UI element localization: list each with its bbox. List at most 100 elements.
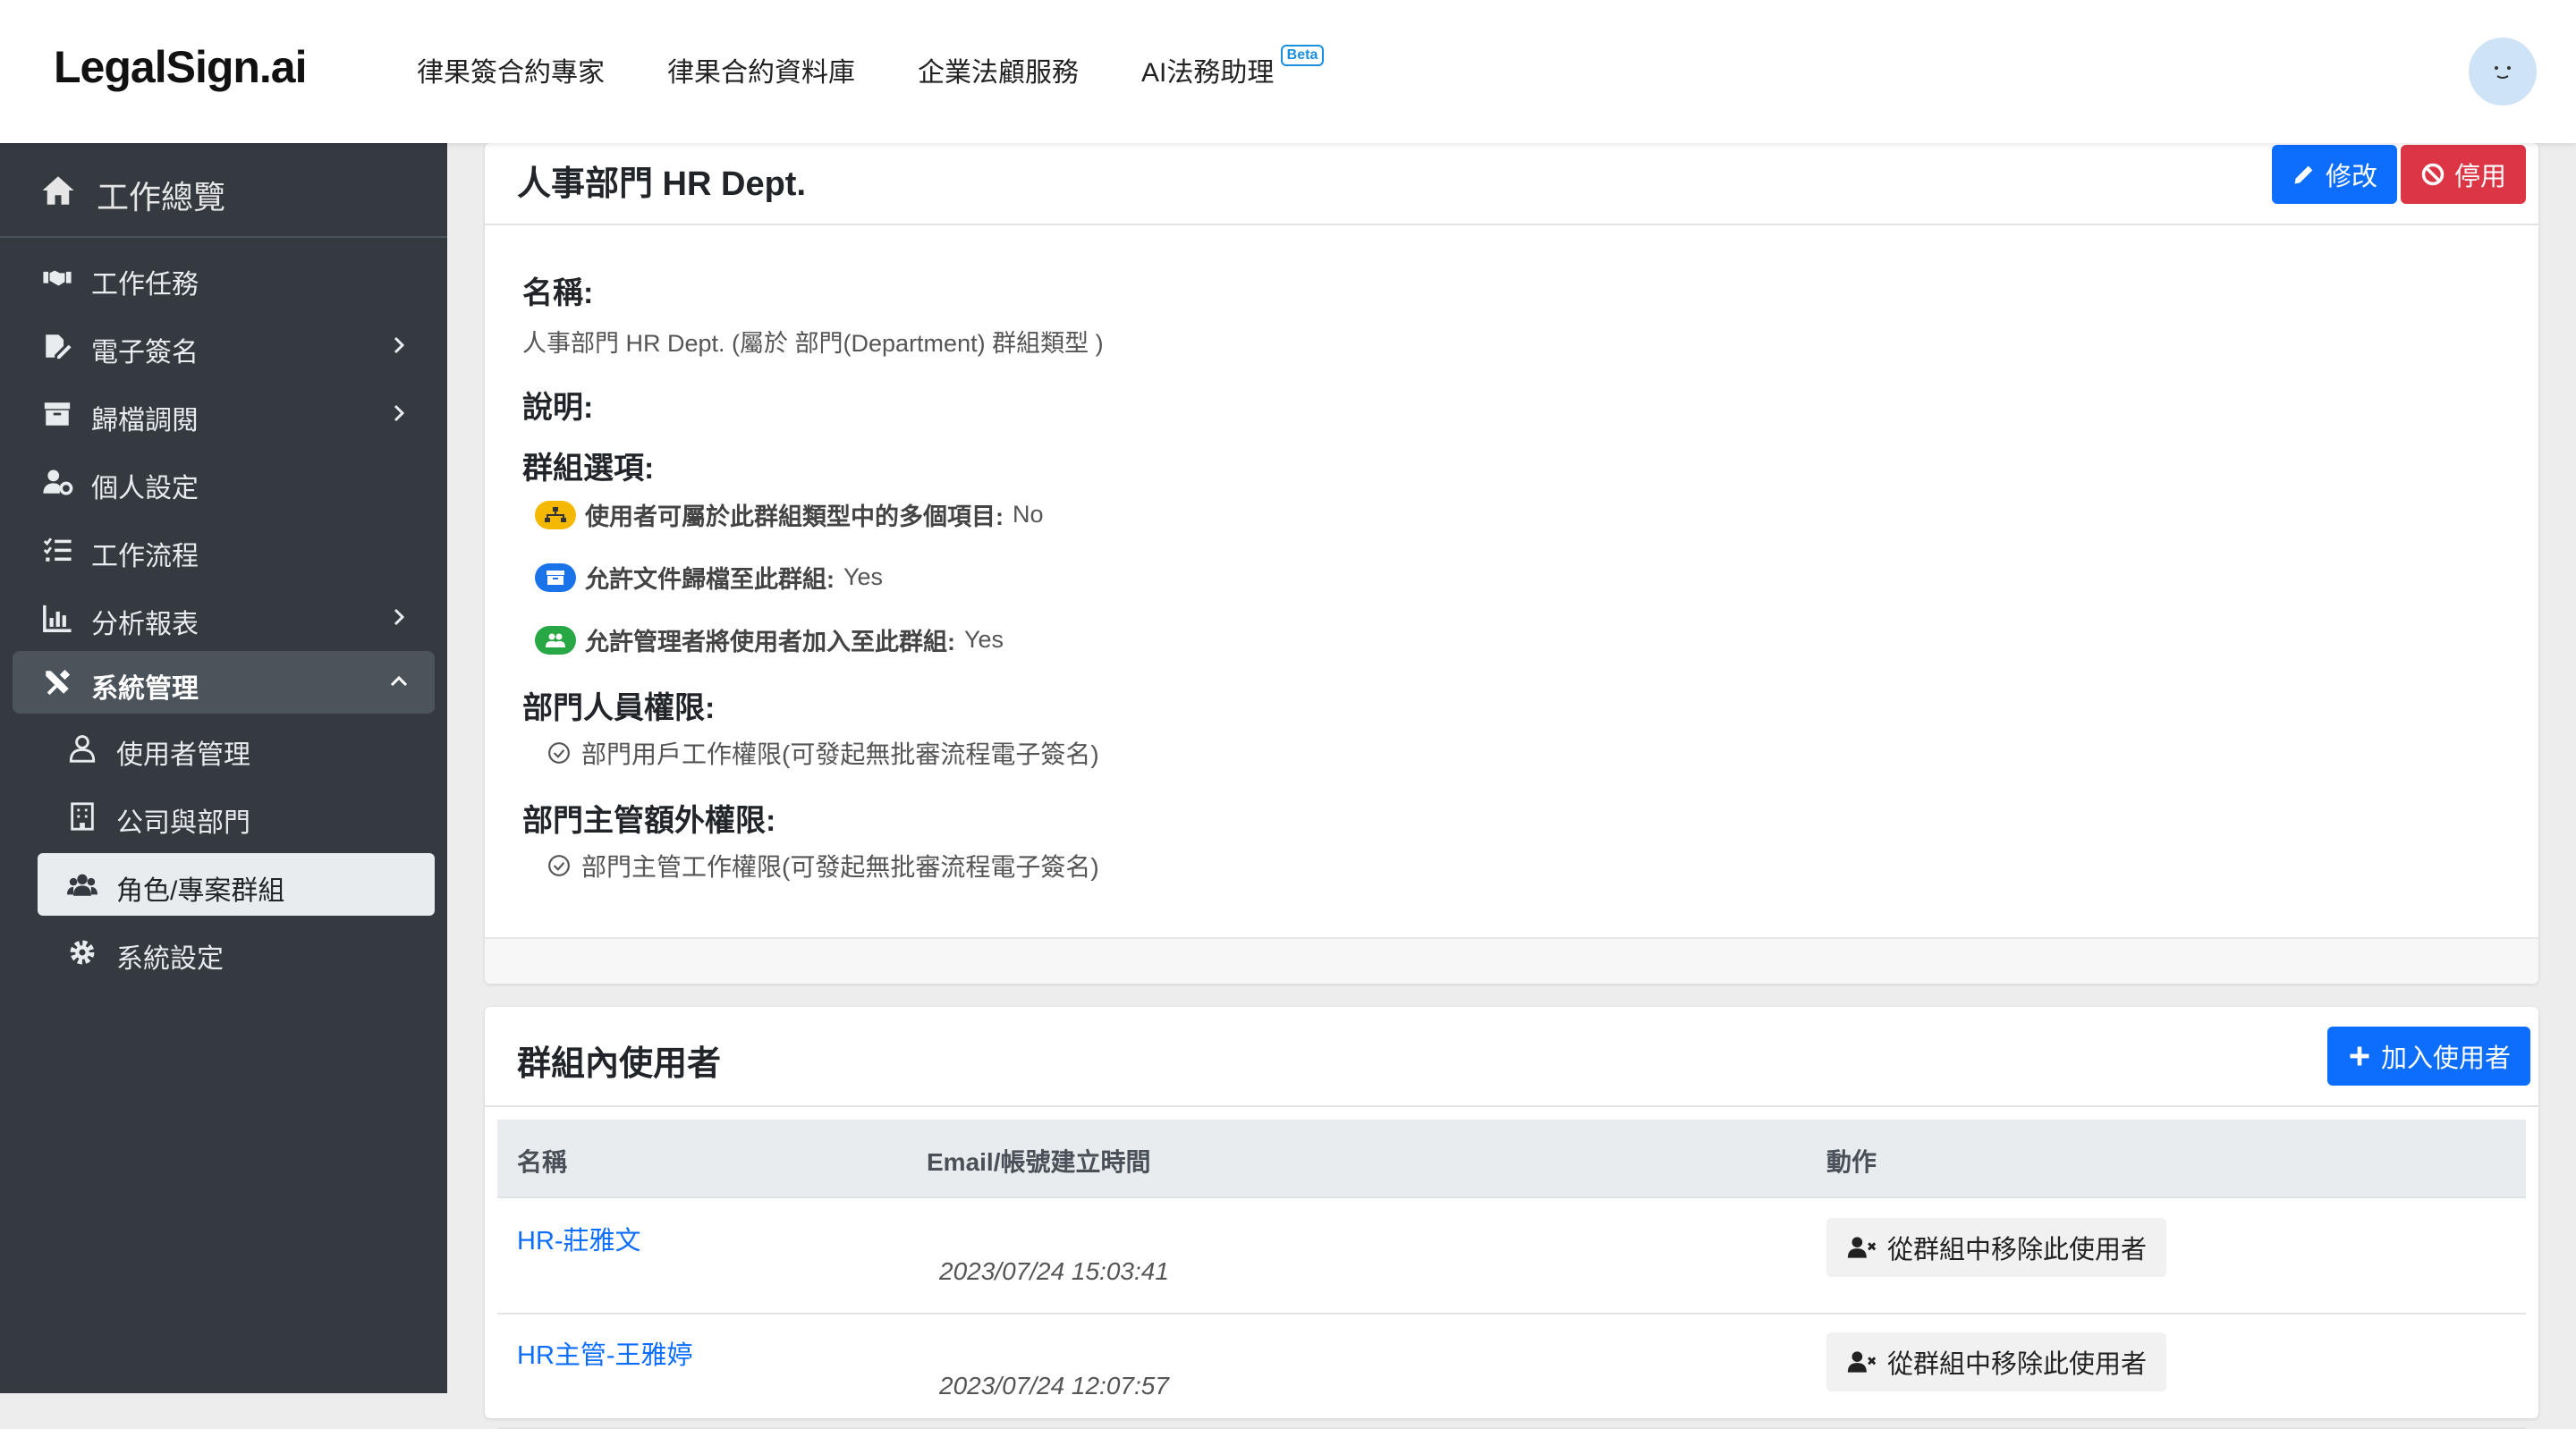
nav-links: 律果簽合約專家 律果合約資料庫 企業法顧服務 AI法務助理 Beta [417,45,1325,89]
disable-button-label: 停用 [2454,163,2507,191]
chevron-right-icon [394,404,405,422]
signature-icon [46,334,72,359]
sidebar-item-label: 分析報表 [91,610,199,639]
sidebar-subitem-label: 公司與部門 [116,808,250,838]
sidebar-subitem-company-dept[interactable]: 公司與部門 [38,785,435,848]
user-icon [69,735,96,763]
home-icon [42,176,74,205]
ban-icon [2421,163,2445,186]
brand-logo[interactable]: LegalSign.ai [54,41,308,93]
archive-box-icon [535,562,576,592]
column-header-name: 名稱 [517,1148,568,1176]
user-created-time: 2023/07/24 12:07:57 [939,1372,1169,1399]
nav-link-contract-database[interactable]: 律果合約資料庫 [667,50,855,89]
table-row: HR-莊雅文 2023/07/24 15:03:41 從群組中移除此使用者 [497,1198,2526,1315]
table-row: HR主管-王雅婷 2023/07/24 12:07:57 從群組中移除此使用者 [497,1313,2526,1429]
remove-user-button[interactable]: 從群組中移除此使用者 [1826,1332,2167,1391]
users-card-header: 群組內使用者 加入使用者 [485,1007,2538,1107]
table-header: 名稱 Email/帳號建立時間 動作 [497,1120,2526,1198]
handshake-icon [43,270,72,286]
chart-icon [43,605,72,632]
dept-permission-value: 部門用戶工作權限(可發起無批審流程電子簽名) [581,740,1099,768]
sidebar-subitem-system-settings[interactable]: 系統設定 [38,921,435,984]
remove-user-button[interactable]: 從群組中移除此使用者 [1826,1218,2167,1277]
option-admin-add-users: 允許管理者將使用者加入至此群組: Yes [535,622,1004,657]
sidebar-item-system-admin[interactable]: 系統管理 [13,651,435,714]
option-multi-membership: 使用者可屬於此群組類型中的多個項目: No [535,497,1044,532]
manager-permission-heading: 部門主管額外權限: [522,804,776,838]
sidebar-item-reports[interactable]: 分析報表 [13,587,435,649]
users-icon [67,874,97,896]
sidebar-item-archive[interactable]: 歸檔調閱 [13,383,435,445]
user-name-link[interactable]: HR主管-王雅婷 [517,1334,693,1372]
sidebar-subitem-label: 系統設定 [116,944,224,974]
sidebar-item-label: 個人設定 [91,474,199,503]
sidebar-item-workflow[interactable]: 工作流程 [13,519,435,581]
nav-link-contract-expert[interactable]: 律果簽合約專家 [417,50,605,89]
sidebar-item-label: 電子簽名 [91,338,199,368]
user-name-link[interactable]: HR-莊雅文 [517,1220,641,1257]
column-header-action: 動作 [1826,1148,1877,1176]
card-footer [485,937,2538,984]
dept-permission-row: 部門用戶工作權限(可發起無批審流程電子簽名) [547,735,1099,771]
sidebar-subitem-label: 使用者管理 [116,740,250,770]
check-circle-icon [548,742,570,764]
remove-user-button-label: 從群組中移除此使用者 [1887,1350,2148,1379]
sidebar-item-personal-settings[interactable]: 個人設定 [13,451,435,513]
sidebar-subitem-label: 角色/專案群組 [116,876,285,906]
chevron-right-icon [394,608,405,626]
edit-button[interactable]: 修改 [2272,145,2398,204]
add-user-button[interactable]: 加入使用者 [2327,1027,2531,1086]
sitemap-icon [535,500,576,529]
option-value: Yes [843,563,884,590]
sidebar-item-label: 工作任務 [91,270,199,300]
user-avatar[interactable] [2469,38,2537,106]
top-navbar: LegalSign.ai 律果簽合約專家 律果合約資料庫 企業法顧服務 AI法務… [0,0,2576,143]
archive-icon [44,402,71,426]
options-heading: 群組選項: [522,452,655,486]
manager-permission-row: 部門主管工作權限(可發起無批審流程電子簽名) [547,848,1099,884]
option-value: No [1013,501,1044,528]
edit-button-label: 修改 [2326,163,2378,191]
chevron-up-icon [390,675,408,687]
sidebar-item-label: 系統管理 [91,674,199,704]
user-remove-icon [1847,1237,1877,1258]
dept-permission-heading: 部門人員權限: [522,691,716,725]
nav-link-legal-service[interactable]: 企業法顧服務 [918,50,1079,89]
sidebar-home-label: 工作總覽 [97,179,226,216]
sidebar-item-tasks[interactable]: 工作任務 [13,247,435,309]
users-card-title: 群組內使用者 [517,1045,722,1083]
group-card-header: 人事部門 HR Dept. 修改 停用 [485,143,2538,225]
sidebar-item-label: 歸檔調閱 [91,406,199,435]
gear-icon [70,940,95,965]
user-cog-icon [43,469,73,495]
option-allow-archive: 允許文件歸檔至此群組: Yes [535,560,883,595]
option-label: 使用者可屬於此群組類型中的多個項目: [585,503,1004,530]
sidebar-item-label: 工作流程 [91,542,199,571]
sidebar: 工作總覽 工作任務 電子簽名 歸檔調閱 個人設定 工作流程 分析報表 系統管理 … [0,143,447,1393]
column-header-email-created: Email/帳號建立時間 [927,1148,1151,1176]
list-check-icon [43,537,72,562]
option-label: 允許管理者將使用者加入至此群組: [585,629,955,655]
manager-permission-value: 部門主管工作權限(可發起無批審流程電子簽名) [581,853,1099,881]
group-users-card: 群組內使用者 加入使用者 名稱 Email/帳號建立時間 動作 HR-莊雅文 2… [485,1007,2538,1429]
name-value: 人事部門 HR Dept. (屬於 部門(Department) 群組類型 ) [522,330,1104,357]
user-created-time: 2023/07/24 15:03:41 [939,1257,1169,1285]
remove-user-button-label: 從群組中移除此使用者 [1887,1236,2148,1264]
plus-icon [2350,1046,2369,1066]
sidebar-subitem-user-management[interactable]: 使用者管理 [38,717,435,780]
option-label: 允許文件歸檔至此群組: [585,566,835,593]
nav-link-ai-assistant[interactable]: AI法務助理 Beta [1141,45,1325,89]
sidebar-subitem-role-groups[interactable]: 角色/專案群組 [38,853,435,916]
user-remove-icon [1847,1351,1877,1373]
check-circle-icon [548,855,570,876]
beta-badge: Beta [1280,45,1325,66]
chevron-right-icon [394,336,405,354]
sidebar-item-esign[interactable]: 電子簽名 [13,315,435,377]
option-value: Yes [964,626,1004,653]
sidebar-home[interactable]: 工作總覽 [0,143,447,238]
disable-button[interactable]: 停用 [2401,145,2527,204]
group-title: 人事部門 HR Dept. [517,165,807,203]
users-badge-icon [535,625,576,655]
pencil-icon [2294,165,2313,184]
